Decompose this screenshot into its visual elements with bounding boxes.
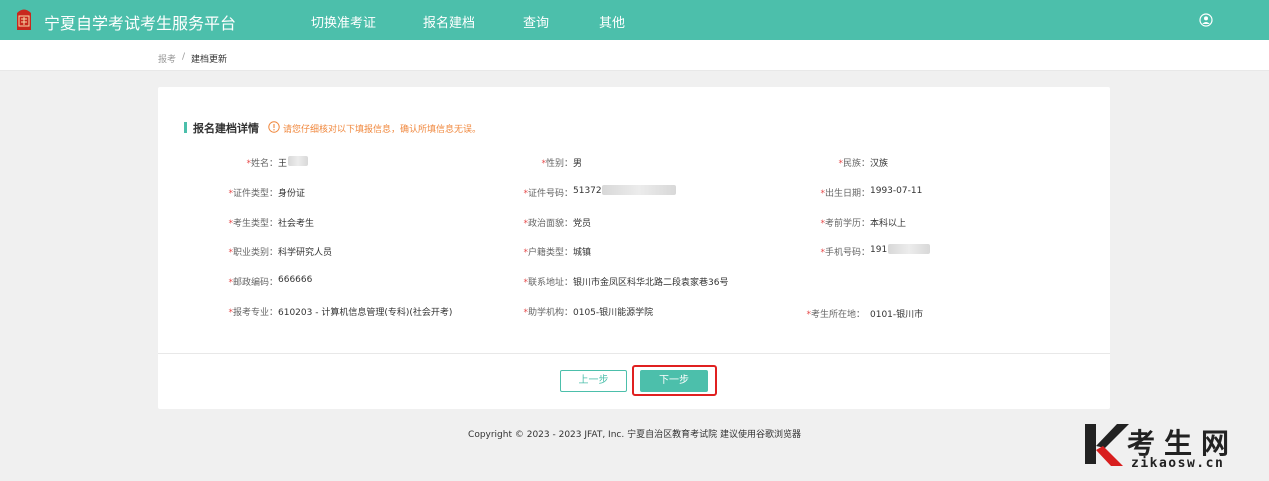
label-occupation: *职业类别： [228,248,278,258]
section-title: 报名建档详情 [193,122,259,135]
label-major: *报考专业： [228,308,278,318]
watermark-url: zikaosw.cn [1131,456,1225,471]
value-gender: 男 [573,159,583,169]
registration-detail-card: 报名建档详情 请您仔细核对以下填报信息，确认所填信息无误。 *姓名： 王 *性别… [158,87,1110,409]
k-logo-icon [1085,424,1129,466]
value-political-status: 党员 [573,219,592,229]
label-exam-location: *考生所在地： [806,310,865,320]
breadcrumb: 报考 / 建档更新 [0,40,1269,71]
value-address: 银川市金凤区科华北路二段袁家巷36号 [573,278,729,288]
prev-step-button[interactable]: 上一步 [560,370,627,392]
value-postal-code: 666666 [278,275,313,285]
label-birth-date: *出生日期： [820,189,870,199]
label-candidate-type: *考生类型： [228,219,278,229]
info-circle-icon [268,121,280,133]
verification-notice: 请您仔细核对以下填报信息，确认所填信息无误。 [283,125,482,135]
seal-logo-icon[interactable] [14,7,34,32]
value-candidate-type: 社会考生 [278,219,315,229]
value-household-type: 城镇 [573,248,592,258]
top-nav-bar: 宁夏自学考试考生服务平台 切换准考证 报名建档 查询 其他 [0,0,1269,40]
label-name: *姓名： [246,159,278,169]
value-occupation: 科学研究人员 [278,248,333,258]
redacted-mask [602,185,676,195]
site-watermark: 考生网 zikaosw.cn [1083,420,1263,472]
section-title-accent [184,122,187,133]
label-prior-education: *考前学历： [820,219,870,229]
nav-query[interactable]: 查询 [523,12,549,31]
value-exam-location: 0101-银川市 [870,310,924,320]
card-divider [158,353,1110,354]
value-major: 610203 - 计算机信息管理(专科)(社会开考) [278,308,453,318]
next-button-highlight-box [632,365,717,396]
label-postal-code: *邮政编码： [228,278,278,288]
nav-other[interactable]: 其他 [599,12,625,31]
redacted-mask [288,156,308,166]
label-id-number: *证件号码： [523,189,573,199]
value-id-type: 身份证 [278,189,306,199]
value-prior-education: 本科以上 [870,219,907,229]
label-assist-org: *助学机构： [523,308,573,318]
breadcrumb-home[interactable]: 报考 [158,52,176,65]
value-birth-date: 1993-07-11 [870,186,923,196]
redacted-mask [888,244,930,254]
label-address: *联系地址： [523,278,573,288]
breadcrumb-separator: / [182,52,186,62]
value-phone: 191 [870,245,888,255]
breadcrumb-current: 建档更新 [191,55,228,65]
user-avatar-icon[interactable] [1199,13,1213,27]
value-name: 王 [278,159,288,169]
label-id-type: *证件类型： [228,189,278,199]
label-political-status: *政治面貌： [523,219,573,229]
value-ethnicity: 汉族 [870,159,889,169]
value-id-number: 51372 [573,186,602,196]
platform-title[interactable]: 宁夏自学考试考生服务平台 [44,10,236,34]
nav-registration[interactable]: 报名建档 [423,12,475,31]
value-assist-org: 0105-银川能源学院 [573,308,654,318]
label-gender: *性别： [541,159,573,169]
footer-copyright: Copyright © 2023 - 2023 JFAT, Inc. 宁夏自治区… [468,430,801,440]
label-ethnicity: *民族： [838,159,870,169]
label-phone: *手机号码： [820,248,870,258]
nav-switch-admission-card[interactable]: 切换准考证 [311,12,376,31]
label-household-type: *户籍类型： [523,248,573,258]
